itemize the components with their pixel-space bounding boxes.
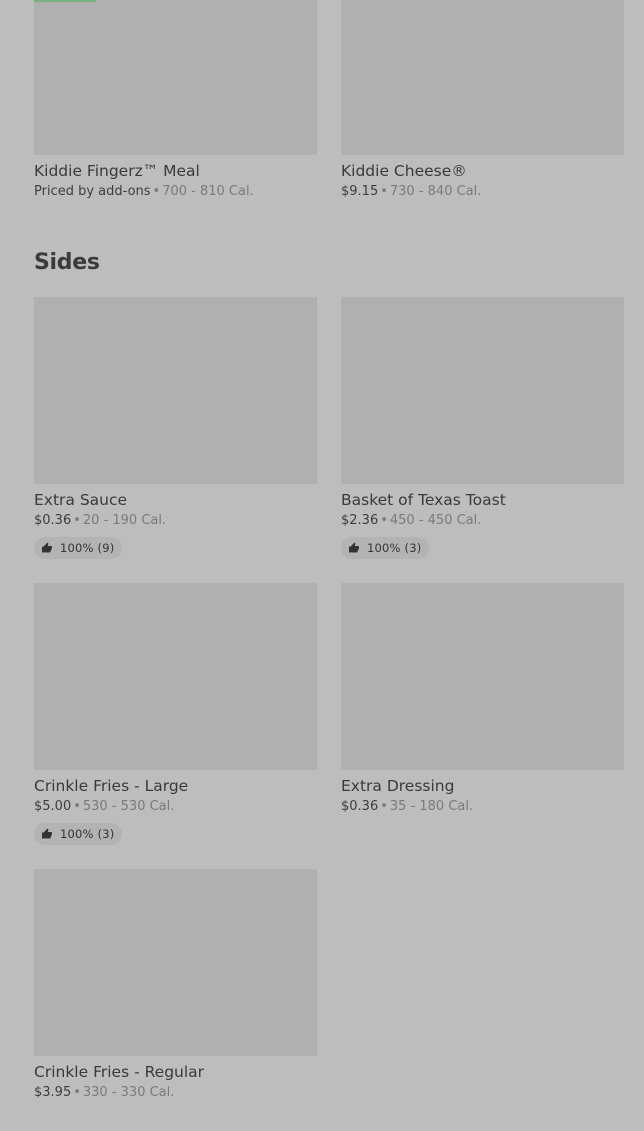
item-tag: [34, 0, 96, 2]
item-meta: $0.36 • 35 - 180 Cal.: [341, 797, 624, 817]
item-meta: $9.15 • 730 - 840 Cal.: [341, 182, 624, 202]
item-calories: 35 - 180 Cal.: [389, 799, 474, 814]
separator: •: [73, 513, 81, 528]
item-title: Kiddie Fingerz™ Meal: [34, 162, 200, 180]
item-calories: 20 - 190 Cal.: [82, 513, 167, 528]
item-calories: 330 - 330 Cal.: [82, 1085, 175, 1100]
item-price: $3.95: [34, 1085, 72, 1100]
item-price: $5.00: [34, 799, 72, 814]
item-title: Basket of Texas Toast: [341, 491, 506, 509]
separator: •: [380, 184, 388, 199]
item-price: $2.36: [341, 513, 379, 528]
thumbs-up-icon: [42, 542, 52, 553]
item-price: $0.36: [34, 513, 72, 528]
rating-text: 100% (9): [60, 541, 115, 555]
menu-item-card-extra-sauce[interactable]: Extra Sauce $0.36 • 20 - 190 Cal. 100% (9): [34, 297, 317, 559]
separator: •: [152, 184, 161, 199]
item-price: $9.15: [341, 184, 379, 199]
separator: •: [73, 799, 81, 814]
item-image[interactable]: [341, 0, 624, 155]
item-title: Crinkle Fries - Regular: [34, 1063, 205, 1081]
item-price: $0.36: [341, 799, 379, 814]
item-meta: $3.95 • 330 - 330 Cal.: [34, 1083, 317, 1103]
separator: •: [380, 799, 388, 814]
menu-item-card-kiddie-cheese[interactable]: Kiddie Cheese® $9.15 • 730 - 840 Cal.: [341, 0, 624, 202]
rating-text: 100% (3): [60, 827, 115, 841]
item-calories: 730 - 840 Cal.: [389, 184, 482, 199]
item-calories: 450 - 450 Cal.: [389, 513, 482, 528]
item-calories: 700 - 810 Cal.: [162, 184, 254, 199]
item-calories: 530 - 530 Cal.: [82, 799, 175, 814]
item-meta: $5.00 • 530 - 530 Cal.: [34, 797, 317, 817]
item-image[interactable]: [341, 297, 624, 484]
item-meta: $0.36 • 20 - 190 Cal.: [34, 511, 317, 531]
rating-badge: 100% (3): [341, 537, 430, 559]
menu-item-card-crinkle-fries-large[interactable]: Crinkle Fries - Large $5.00 • 530 - 530 Ca…: [34, 583, 317, 845]
section-title-sides: Sides: [34, 250, 100, 275]
thumbs-up-icon: [42, 828, 52, 839]
menu-item-card-crinkle-fries-regular[interactable]: Crinkle Fries - Regular $3.95 • 330 - 330 …: [34, 869, 317, 1103]
item-title: Extra Sauce: [34, 491, 128, 509]
item-image[interactable]: [34, 583, 317, 770]
separator: •: [380, 513, 388, 528]
item-title: Crinkle Fries - Large: [34, 777, 189, 795]
thumbs-up-icon: [349, 542, 359, 553]
item-image[interactable]: [34, 0, 317, 155]
menu-item-card-extra-dressing[interactable]: Extra Dressing $0.36 • 35 - 180 Cal.: [341, 583, 624, 817]
rating-badge: 100% (9): [34, 537, 123, 559]
menu-item-card-basket-of-texas-toast[interactable]: Basket of Texas Toast $2.36 • 450 - 450 Ca…: [341, 297, 624, 559]
item-meta: $2.36 • 450 - 450 Cal.: [341, 511, 624, 531]
item-image[interactable]: [34, 297, 317, 484]
item-price: Priced by add-ons: [34, 184, 151, 199]
item-title: Kiddie Cheese®: [341, 162, 467, 180]
item-image[interactable]: [341, 583, 624, 770]
rating-text: 100% (3): [367, 541, 422, 555]
separator: •: [73, 1085, 81, 1100]
item-title: Extra Dressing: [341, 777, 455, 795]
item-meta: Priced by add-ons • 700 - 810 Cal.: [34, 182, 317, 202]
item-image[interactable]: [34, 869, 317, 1056]
rating-badge: 100% (3): [34, 823, 123, 845]
menu-item-card-kiddie-fingerz[interactable]: Kiddie Fingerz™ Meal Priced by add-ons • 7…: [34, 0, 317, 202]
menu-page: Kiddie Fingerz™ Meal Priced by add-ons • 7…: [0, 0, 644, 1131]
